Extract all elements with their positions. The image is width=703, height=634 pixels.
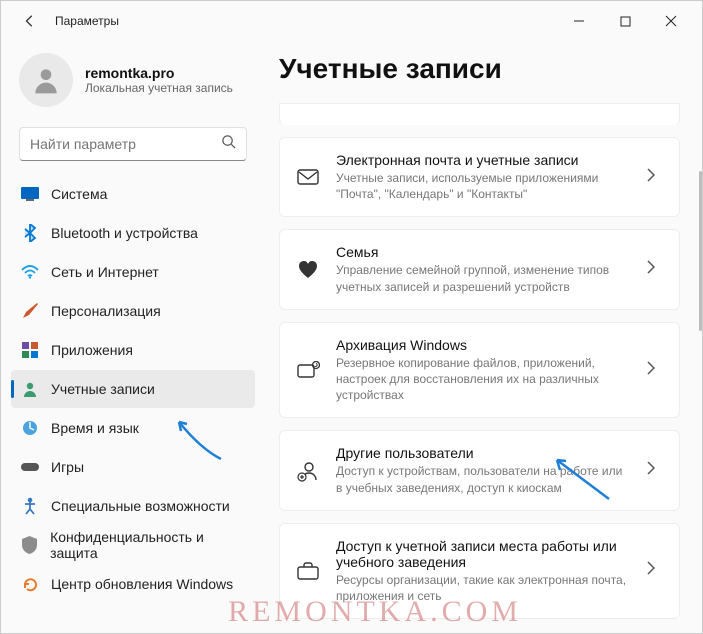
sidebar-item-label: Конфиденциальность и защита [50,529,245,561]
apps-icon [21,341,39,359]
sidebar-item-label: Игры [51,459,84,475]
sidebar: remontka.pro Локальная учетная запись Си… [1,41,261,633]
brush-icon [21,302,39,320]
window-title: Параметры [55,14,119,28]
scrollbar-thumb[interactable] [699,171,702,331]
sidebar-item-network[interactable]: Сеть и Интернет [11,253,255,291]
sidebar-item-accounts[interactable]: Учетные записи [11,370,255,408]
sidebar-item-time[interactable]: Время и язык [11,409,255,447]
add-user-icon [296,459,320,483]
search-box[interactable] [19,127,247,161]
shield-icon [21,536,38,554]
system-icon [21,185,39,203]
wifi-icon [21,263,39,281]
sidebar-item-personalization[interactable]: Персонализация [11,292,255,330]
chevron-right-icon [647,461,663,480]
user-name: remontka.pro [85,65,233,81]
sidebar-item-apps[interactable]: Приложения [11,331,255,369]
back-button[interactable] [21,12,39,30]
gamepad-icon [21,458,39,476]
main-content: Учетные записи Электронная почта и учетн… [261,41,702,633]
sidebar-item-accessibility[interactable]: Специальные возможности [11,487,255,525]
card-title: Электронная почта и учетные записи [336,152,631,168]
avatar [19,53,73,107]
card-subtitle: Ресурсы организации, такие как электронн… [336,572,631,604]
sidebar-item-label: Система [51,186,107,202]
search-icon [221,134,236,154]
minimize-button[interactable] [556,5,602,37]
sidebar-item-label: Специальные возможности [51,498,230,514]
card-title: Семья [336,244,631,260]
family-icon [296,258,320,282]
update-icon [21,575,39,593]
sidebar-item-label: Персонализация [51,303,161,319]
card-subtitle: Управление семейной группой, изменение т… [336,262,631,294]
sidebar-item-privacy[interactable]: Конфиденциальность и защита [11,526,255,564]
card-title: Доступ к учетной записи места работы или… [336,538,631,570]
sidebar-item-update[interactable]: Центр обновления Windows [11,565,255,603]
card-subtitle: Учетные записи, используемые приложениям… [336,170,631,202]
card-backup[interactable]: Архивация Windows Резервное копирование … [279,322,680,419]
sidebar-item-label: Сеть и Интернет [51,264,159,280]
card-stub[interactable] [279,103,680,125]
sidebar-item-label: Приложения [51,342,133,358]
sidebar-item-label: Время и язык [51,420,139,436]
user-subtitle: Локальная учетная запись [85,81,233,95]
sidebar-item-gaming[interactable]: Игры [11,448,255,486]
close-button[interactable] [648,5,694,37]
card-other-users[interactable]: Другие пользователи Доступ к устройствам… [279,430,680,510]
sidebar-item-label: Центр обновления Windows [51,576,233,592]
accessibility-icon [21,497,39,515]
chevron-right-icon [647,168,663,187]
sidebar-item-system[interactable]: Система [11,175,255,213]
sidebar-item-label: Bluetooth и устройства [51,225,198,241]
user-block[interactable]: remontka.pro Локальная учетная запись [11,53,255,123]
maximize-button[interactable] [602,5,648,37]
sidebar-item-label: Учетные записи [51,381,155,397]
sidebar-item-bluetooth[interactable]: Bluetooth и устройства [11,214,255,252]
card-email-accounts[interactable]: Электронная почта и учетные записи Учетн… [279,137,680,217]
chevron-right-icon [647,260,663,279]
bluetooth-icon [21,224,39,242]
search-input[interactable] [30,136,221,152]
briefcase-icon [296,559,320,583]
mail-icon [296,165,320,189]
chevron-right-icon [647,361,663,380]
card-subtitle: Резервное копирование файлов, приложений… [336,355,631,404]
backup-icon [296,358,320,382]
person-icon [21,380,39,398]
page-title: Учетные записи [279,53,680,85]
clock-globe-icon [21,419,39,437]
card-title: Архивация Windows [336,337,631,353]
titlebar: Параметры [1,1,702,41]
card-title: Другие пользователи [336,445,631,461]
card-subtitle: Доступ к устройствам, пользователи на ра… [336,463,631,495]
chevron-right-icon [647,561,663,580]
card-work-school[interactable]: Доступ к учетной записи места работы или… [279,523,680,619]
card-family[interactable]: Семья Управление семейной группой, измен… [279,229,680,309]
